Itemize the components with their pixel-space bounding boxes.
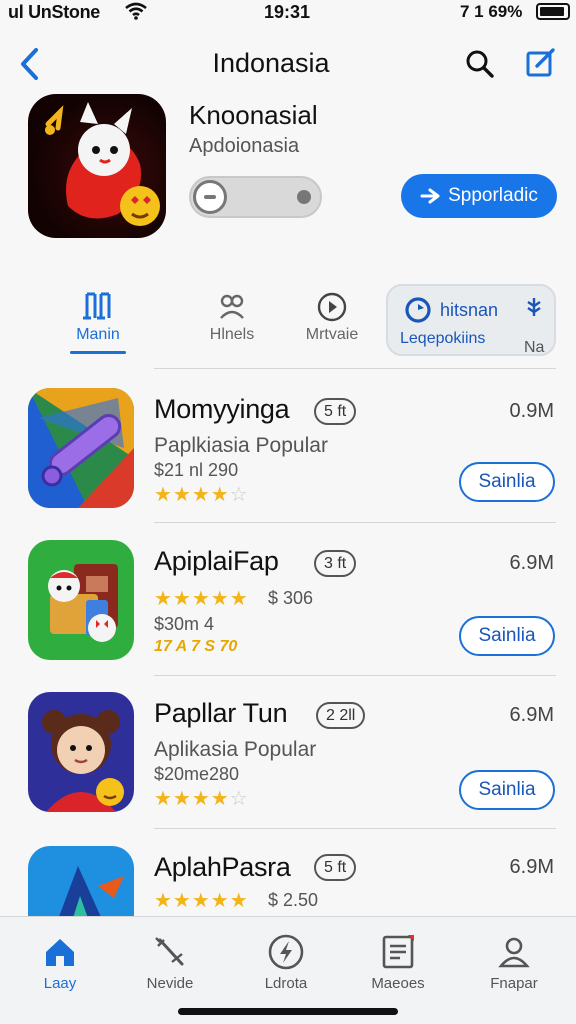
wheat-icon — [527, 298, 541, 316]
tab-nevide[interactable]: Nevide — [122, 929, 218, 992]
app-name: Momyyinga — [154, 394, 290, 424]
active-tab-underline — [70, 351, 126, 354]
app-promo-text: 17 A 7 S 70 — [154, 638, 238, 655]
send-arrow-icon — [420, 188, 440, 204]
tab-label: Hlnels — [209, 326, 255, 343]
highlighted-tab[interactable]: hitsnan Leqepokiins Na — [386, 284, 556, 356]
signal-indicators: 7 1 69% — [460, 2, 523, 21]
toggle-knob — [193, 180, 227, 214]
tab-maeoes[interactable]: Maeoes — [350, 929, 446, 992]
app-price: $ 2.50 — [268, 890, 319, 910]
featured-toggle[interactable] — [189, 176, 322, 218]
tab-label: Mrtvaie — [305, 326, 359, 343]
carrier-label: ul UnStone — [8, 2, 100, 22]
tab-ldrota[interactable]: Ldrota — [238, 929, 334, 992]
highlight-right-group: Na — [524, 296, 544, 357]
people-icon — [196, 288, 268, 326]
get-button[interactable]: Sainlia — [459, 770, 555, 810]
document-icon — [350, 929, 446, 975]
app-subtitle: Paplkiasia Popular — [154, 434, 328, 457]
lightning-circle-icon — [238, 929, 334, 975]
star-rating: ★★★★★ — [154, 890, 249, 912]
highlight-right-label: Na — [524, 339, 545, 356]
app-subtitle: Aplikasia Popular — [154, 738, 317, 761]
star-rating: ★★★★☆ — [154, 788, 249, 810]
toggle-dot — [297, 190, 311, 204]
navigation-bar: Indonasia — [0, 40, 576, 88]
app-size: 6.9M — [509, 704, 554, 726]
age-rating-badge: 5 ft — [314, 398, 357, 425]
tab-label: Nevide — [146, 975, 194, 992]
divider — [154, 828, 556, 829]
home-indicator[interactable] — [178, 1008, 398, 1015]
tab-mrtvaie[interactable]: Mrtvaie — [296, 288, 368, 344]
app-price: $21 nl 290 — [154, 460, 239, 480]
tab-laay[interactable]: Laay — [12, 929, 108, 992]
age-rating-badge: 5 ft — [314, 854, 357, 881]
featured-app-name: Knoonasial — [189, 100, 318, 130]
divider — [154, 675, 556, 676]
app-name: ApiplaiFap — [154, 546, 279, 576]
star-rating: ★★★★★ — [154, 588, 249, 610]
app-size: 6.9M — [509, 552, 554, 574]
app-size: 0.9M — [509, 400, 554, 422]
highlight-top-label: hitsnan — [440, 299, 499, 320]
app-icon — [28, 692, 134, 812]
tab-label: Manin — [76, 326, 120, 343]
clock: 19:31 — [264, 2, 311, 22]
app-size: 6.9M — [509, 856, 554, 878]
refresh-badge-icon — [405, 297, 431, 323]
wifi-icon — [124, 2, 148, 25]
tab-label: Maeoes — [371, 975, 425, 992]
play-circle-icon — [296, 288, 368, 326]
wand-icon — [122, 929, 218, 975]
tab-label: Ldrota — [264, 975, 308, 992]
compose-icon[interactable] — [524, 46, 558, 85]
divider — [154, 522, 556, 523]
age-rating-badge: 2 2ll — [316, 702, 366, 729]
app-name: AplahPasra — [154, 852, 291, 882]
divider — [154, 368, 556, 369]
highlight-bottom-label: Leqepokiins — [400, 330, 486, 347]
page-title: Indonasia — [212, 48, 330, 78]
app-name: Papllar Tun — [154, 698, 288, 728]
featured-app-icon[interactable] — [28, 94, 166, 238]
tab-hlnels[interactable]: Hlnels — [196, 288, 268, 344]
app-icon — [28, 388, 134, 508]
list-item-app[interactable]: Papllar Tun 2 2ll 6.9M Aplikasia Popular… — [0, 682, 576, 834]
battery-icon — [536, 3, 570, 20]
tab-label: Laay — [43, 975, 77, 992]
tab-label: Fnapar — [490, 975, 538, 992]
status-bar: ul UnStone 19:31 7 1 69% — [0, 0, 576, 26]
app-price-secondary: $30m 4 — [154, 614, 215, 634]
app-icon — [28, 540, 134, 660]
get-button[interactable]: Sainlia — [459, 616, 555, 656]
featured-action-label: Spporladic — [448, 185, 538, 206]
age-rating-badge: 3 ft — [314, 550, 357, 577]
featured-app-subtitle: Apdoionasia — [189, 135, 300, 157]
app-price: $ 306 — [268, 588, 314, 608]
get-button[interactable]: Sainlia — [459, 462, 555, 502]
person-icon — [466, 929, 562, 975]
featured-action-button[interactable]: Spporladic — [401, 174, 557, 218]
search-icon[interactable] — [464, 48, 496, 85]
music-bars-icon — [68, 288, 128, 326]
tab-fnapar[interactable]: Fnapar — [466, 929, 562, 992]
star-rating: ★★★★☆ — [154, 484, 249, 506]
list-item-app[interactable]: ApiplaiFap 3 ft 6.9M ★★★★★ $ 306 $30m 4 … — [0, 530, 576, 682]
category-tabs: Manin Hlnels Mrtvaie hitsnan Leqepokiins… — [0, 284, 576, 368]
app-price: $20me280 — [154, 764, 240, 784]
list-item-app[interactable]: Momyyinga 5 ft 0.9M Paplkiasia Popular $… — [0, 378, 576, 530]
home-icon — [12, 929, 108, 975]
tab-manin[interactable]: Manin — [68, 288, 128, 354]
